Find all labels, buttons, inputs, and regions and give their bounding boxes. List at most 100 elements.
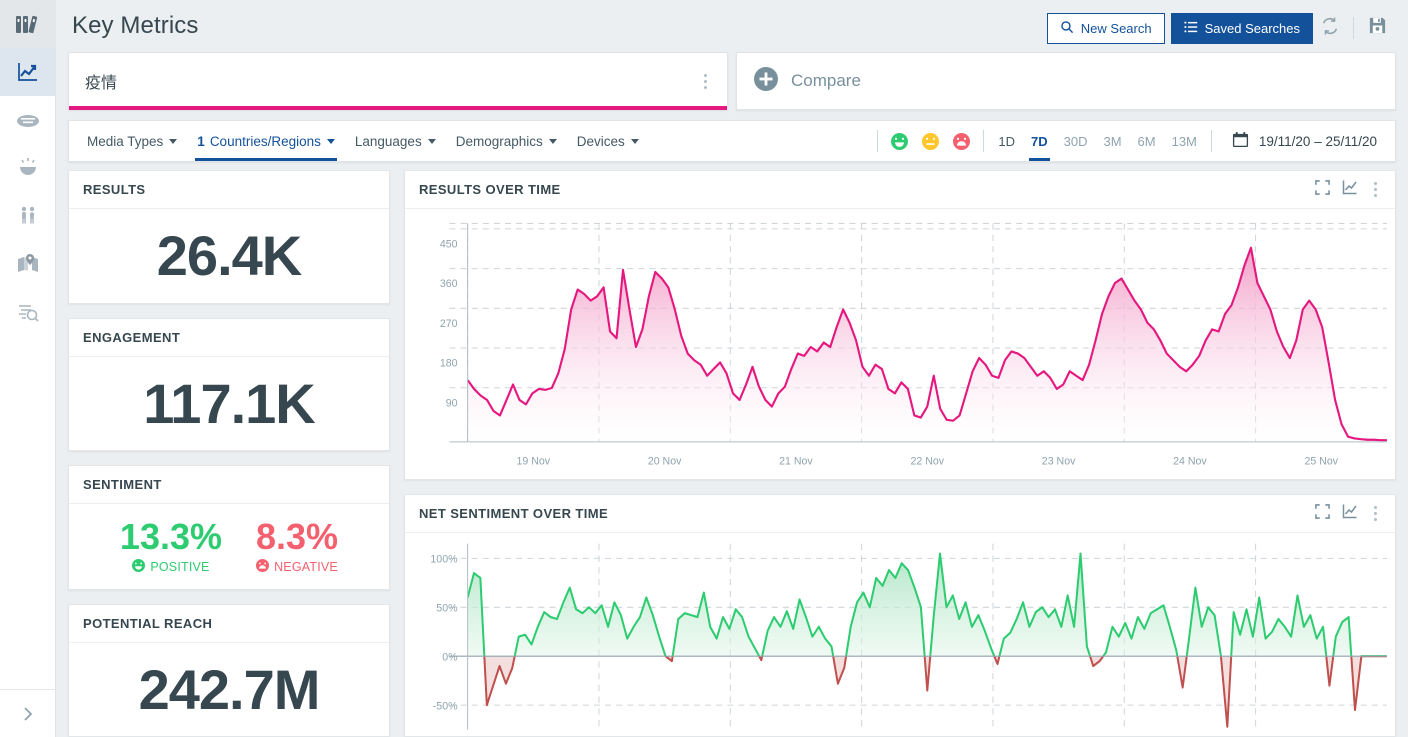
sentiment-card-body: 13.3% POSITIVE 8.3% NEGATIVE [69,504,389,589]
search-accent-underline [69,106,727,110]
filter-bar-right: 1D 7D 30D 3M 6M 13M 19/11/20 – 25/11/20 [871,121,1395,161]
sidebar-item-emotions[interactable] [0,144,56,192]
main-region: Key Metrics New Search Saved Searches 疫情… [56,0,1408,737]
svg-text:-50%: -50% [433,700,458,712]
svg-text:450: 450 [440,238,458,250]
sidebar-item-geography[interactable] [0,240,56,288]
filter-languages[interactable]: Languages [345,121,446,161]
fullscreen-icon[interactable] [1315,179,1330,200]
range-6m[interactable]: 6M [1130,121,1164,161]
results-over-time-title: RESULTS OVER TIME [419,182,561,197]
cloud-icon [16,110,40,130]
demographics-people-icon [16,204,40,228]
filter-devices[interactable]: Devices [567,121,649,161]
engagement-card-title: ENGAGEMENT [83,329,181,345]
search-query-field[interactable]: 疫情 [68,52,728,110]
plus-circle-icon[interactable] [753,66,779,97]
range-7d[interactable]: 7D [1023,121,1056,161]
compare-label: Compare [791,71,861,90]
floppy-save-icon [1368,16,1387,40]
saved-searches-label: Saved Searches [1204,20,1300,36]
svg-text:90: 90 [446,397,458,409]
svg-text:24 Nov: 24 Nov [1173,455,1207,467]
svg-text:360: 360 [440,278,458,290]
toolbar-divider [1353,17,1354,39]
svg-text:22 Nov: 22 Nov [910,455,944,467]
sentiment-values: 13.3% POSITIVE 8.3% NEGATIVE [69,518,389,575]
filter-countries-regions[interactable]: 1 Countries/Regions [187,121,345,161]
range-13m[interactable]: 13M [1164,121,1205,161]
line-chart-icon[interactable] [1342,503,1358,524]
refresh-button[interactable] [1313,11,1347,45]
line-chart-icon[interactable] [1342,179,1358,200]
range-divider [983,130,985,152]
potential-reach-card-title: POTENTIAL REACH [83,615,213,631]
sentiment-negative-icon [256,558,270,575]
app-logo[interactable] [0,0,56,48]
new-search-button[interactable]: New Search [1046,12,1165,44]
sidebar-expand-button[interactable] [0,689,56,737]
filter-tabs: Media Types 1 Countries/Regions Language… [69,121,649,161]
list-icon [1183,20,1198,37]
sentiment-negative-label-row: NEGATIVE [256,558,338,575]
svg-text:19 Nov: 19 Nov [517,455,551,467]
date-range-picker[interactable]: 19/11/20 – 25/11/20 [1218,131,1387,151]
kebab-menu-icon[interactable] [1370,502,1381,525]
archive-books-icon [15,13,41,35]
dashboard-content: RESULTS 26.4K ENGAGEMENT 117.1K SENTIMEN… [56,170,1408,737]
net-sentiment-over-time-title: NET SENTIMENT OVER TIME [419,506,609,521]
potential-reach-card-header: POTENTIAL REACH [69,605,389,643]
sidebar-item-key-metrics[interactable] [0,48,56,96]
saved-searches-button[interactable]: Saved Searches [1170,12,1313,44]
compare-field[interactable]: Compare [736,52,1396,110]
fullscreen-icon[interactable] [1315,503,1330,524]
mentions-search-icon [16,301,40,323]
sentiment-card-header: SENTIMENT [69,466,389,504]
svg-text:20 Nov: 20 Nov [648,455,682,467]
sentiment-divider [877,130,879,152]
top-bar-actions: New Search Saved Searches [1046,11,1394,45]
results-card-header: RESULTS [69,171,389,209]
chevron-down-icon [630,138,639,144]
svg-text:100%: 100% [430,553,457,565]
sidebar-item-mentions[interactable] [0,288,56,336]
sentiment-card: SENTIMENT 13.3% POSITIVE 8.3% NEGATIVE [68,465,390,590]
sidebar-item-demographics[interactable] [0,192,56,240]
range-3m[interactable]: 3M [1095,121,1129,161]
filter-label: Languages [354,133,422,149]
svg-text:21 Nov: 21 Nov [779,455,813,467]
filter-demographics[interactable]: Demographics [446,121,567,161]
trending-chart-icon [16,60,40,84]
save-button[interactable] [1360,11,1394,45]
range-30d[interactable]: 30D [1056,121,1096,161]
sentiment-positive-icon[interactable] [891,132,909,150]
filter-label: Media Types [87,133,164,149]
sentiment-negative-icon[interactable] [953,132,971,150]
svg-text:25 Nov: 25 Nov [1304,455,1338,467]
sentiment-neutral-icon[interactable] [922,132,940,150]
kebab-menu-icon[interactable] [1370,178,1381,201]
chevron-down-icon [427,138,436,144]
time-range-tabs: 1D 7D 30D 3M 6M 13M [990,121,1205,161]
sidebar [0,0,56,737]
results-over-time-actions [1315,178,1381,201]
filter-label: Countries/Regions [209,133,321,149]
filter-media-types[interactable]: Media Types [77,121,187,161]
filter-bar: Media Types 1 Countries/Regions Language… [68,120,1396,162]
net-sentiment-over-time-chart: -50% 0% 50% 100% [405,533,1395,736]
net-sentiment-over-time-header: NET SENTIMENT OVER TIME [405,495,1395,533]
range-1d[interactable]: 1D [990,121,1023,161]
calendar-icon [1232,131,1249,151]
engagement-card-header: ENGAGEMENT [69,319,389,357]
date-divider [1210,130,1212,152]
metrics-column: RESULTS 26.4K ENGAGEMENT 117.1K SENTIMEN… [68,170,390,737]
sidebar-item-word-cloud[interactable] [0,96,56,144]
results-over-time-chart: 90 180 270 360 450 19 Nov 20 Nov 21 Nov 22 Nov 23… [405,209,1395,479]
svg-text:270: 270 [440,318,458,330]
engagement-card: ENGAGEMENT 117.1K [68,317,390,451]
kebab-menu-icon[interactable] [700,70,711,93]
filter-count: 1 [197,133,205,149]
potential-reach-value: 242.7M [138,657,321,721]
svg-text:0%: 0% [442,651,458,663]
svg-text:50%: 50% [436,602,458,614]
